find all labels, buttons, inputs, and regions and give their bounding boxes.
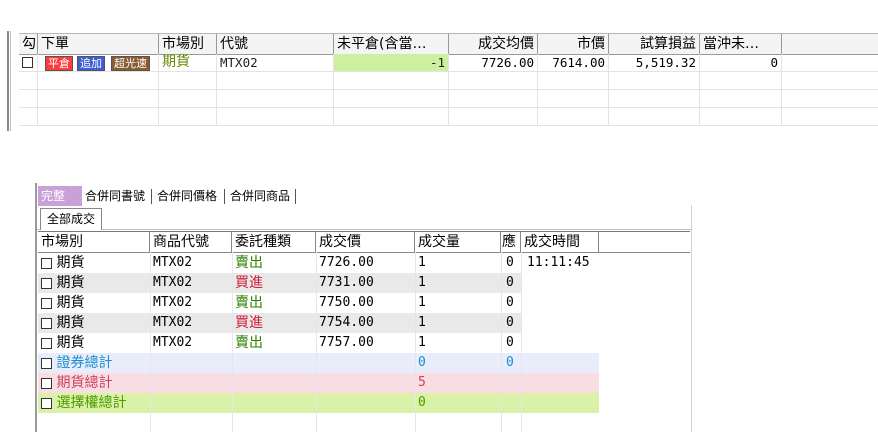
position-daytrade: 0 [700, 54, 782, 71]
empty-row [19, 90, 878, 108]
total-qty: 5 [418, 375, 426, 390]
col-open-position[interactable]: 未平倉(含當… [334, 34, 449, 54]
close-position-button[interactable]: 平倉 [45, 56, 73, 71]
fill-price: 7750.00 [319, 295, 374, 310]
fill-code: MTX02 [153, 255, 193, 270]
fill-market: 期貨 [56, 275, 85, 291]
row-checkbox[interactable] [41, 337, 52, 349]
lightspeed-button[interactable]: 超光速 [111, 56, 150, 71]
position-row[interactable]: 平倉 追加 超光速 期貨 MTX02 -1 7726.00 7614.00 5,… [19, 54, 878, 72]
col-fill-time[interactable]: 成交時間 [521, 232, 599, 252]
col-code[interactable]: 代號 [217, 34, 334, 54]
position-est-pnl: 5,519.32 [609, 54, 700, 71]
fill-row[interactable]: 期貨 MTX02 賣出 7757.00 1 0 [38, 333, 521, 353]
position-code: MTX02 [217, 54, 334, 71]
total-label: 證券總計 [56, 355, 113, 371]
positions-panel: 勾 下單 市場別 代號 未平倉(含當… 成交均價 市價 試算損益 當沖未… 平倉… [7, 31, 878, 131]
total-label: 期貨總計 [56, 375, 113, 391]
row-checkbox[interactable] [41, 397, 52, 409]
fill-row[interactable]: 期貨 MTX02 買進 7754.00 1 0 [38, 313, 521, 333]
fill-order-type: 賣出 [235, 255, 263, 271]
col-daytrade[interactable]: 當沖未… [700, 34, 782, 54]
row-checkbox[interactable] [22, 57, 33, 68]
col-x[interactable]: 應 [501, 232, 521, 252]
total-x: 0 [506, 355, 514, 370]
fill-code: MTX02 [153, 295, 193, 310]
fill-x: 0 [506, 335, 514, 350]
fill-row[interactable]: 期貨 MTX02 賣出 7750.00 1 0 [38, 293, 521, 313]
col-product-code[interactable]: 商品代號 [150, 232, 232, 252]
position-open-qty: -1 [334, 54, 449, 71]
fill-qty: 1 [418, 255, 426, 270]
fill-order-type: 買進 [235, 275, 263, 291]
fill-code: MTX02 [153, 275, 193, 290]
col-market[interactable]: 市場別 [159, 34, 217, 54]
col-avg-price[interactable]: 成交均價 [449, 34, 538, 54]
tab-merge-price[interactable]: 合併同價格 [154, 186, 220, 206]
fill-code: MTX02 [153, 335, 193, 350]
fill-market: 期貨 [56, 315, 85, 331]
tab-all-fills[interactable]: 全部成交 [40, 208, 103, 230]
col-order-type[interactable]: 委託種類 [232, 232, 316, 252]
fill-qty: 1 [418, 315, 426, 330]
futures-total-row[interactable]: 期貨總計 5 [38, 373, 599, 393]
fill-time: 11:11:45 [527, 255, 590, 270]
fill-x: 0 [506, 255, 514, 270]
row-checkbox[interactable] [41, 357, 52, 369]
empty-row [19, 108, 878, 126]
position-market: 期貨 [159, 54, 217, 71]
col-check[interactable]: 勾 [19, 34, 38, 54]
fill-market: 期貨 [56, 335, 85, 351]
col-market[interactable]: 市場別 [38, 232, 150, 252]
subtab-bar: 全部成交 [37, 207, 692, 230]
fill-code: MTX02 [153, 315, 193, 330]
fill-price: 7726.00 [319, 255, 374, 270]
total-qty: 0 [418, 355, 426, 370]
position-avg-price: 7726.00 [449, 54, 538, 71]
tab-full[interactable]: 完整 [38, 186, 82, 206]
securities-total-row[interactable]: 證券總計 0 0 [38, 353, 599, 373]
fill-row[interactable]: 期貨 MTX02 買進 7731.00 1 0 [38, 273, 521, 293]
col-market-price[interactable]: 市價 [538, 34, 609, 54]
row-checkbox[interactable] [41, 317, 52, 329]
col-est-pnl[interactable]: 試算損益 [609, 34, 700, 54]
fill-order-type: 買進 [235, 315, 263, 331]
fill-x: 0 [506, 275, 514, 290]
col-fill-price[interactable]: 成交價 [316, 232, 415, 252]
order-buttons: 平倉 追加 超光速 [38, 54, 159, 71]
fill-price: 7757.00 [319, 335, 374, 350]
fills-panel: 完整 合併同書號 合併同價格 合併同商品 全部成交 市場別 商品代號 委託種類 … [35, 183, 695, 432]
col-order[interactable]: 下單 [38, 34, 159, 54]
fill-market: 期貨 [56, 255, 85, 271]
fill-order-type: 賣出 [235, 295, 263, 311]
fill-x: 0 [506, 315, 514, 330]
col-fill-qty[interactable]: 成交量 [415, 232, 501, 252]
row-checkbox[interactable] [41, 377, 52, 389]
tab-merge-book[interactable]: 合併同書號 [82, 186, 148, 206]
panel-border-right [691, 205, 692, 432]
fill-qty: 1 [418, 295, 426, 310]
fill-order-type: 賣出 [235, 335, 263, 351]
empty-row [19, 72, 878, 90]
row-checkbox[interactable] [41, 297, 52, 309]
options-total-row[interactable]: 選擇權總計 0 [38, 393, 599, 413]
fill-market: 期貨 [56, 295, 85, 311]
tab-merge-product[interactable]: 合併同商品 [227, 186, 293, 206]
fill-price: 7731.00 [319, 275, 374, 290]
total-label: 選擇權總計 [56, 395, 127, 411]
fill-x: 0 [506, 295, 514, 310]
fills-header: 市場別 商品代號 委託種類 成交價 成交量 應 成交時間 [38, 231, 690, 253]
panel-border [7, 31, 9, 131]
row-checkbox[interactable] [41, 277, 52, 289]
add-position-button[interactable]: 追加 [77, 56, 105, 71]
fill-price: 7754.00 [319, 315, 374, 330]
positions-header: 勾 下單 市場別 代號 未平倉(含當… 成交均價 市價 試算損益 當沖未… [19, 33, 878, 55]
fill-row[interactable]: 期貨 MTX02 賣出 7726.00 1 0 11:11:45 [38, 253, 599, 273]
fill-qty: 1 [418, 275, 426, 290]
fill-qty: 1 [418, 335, 426, 350]
position-market-price: 7614.00 [538, 54, 609, 71]
total-qty: 0 [418, 395, 426, 410]
panel-border-inner [10, 31, 11, 131]
row-checkbox[interactable] [41, 257, 52, 269]
